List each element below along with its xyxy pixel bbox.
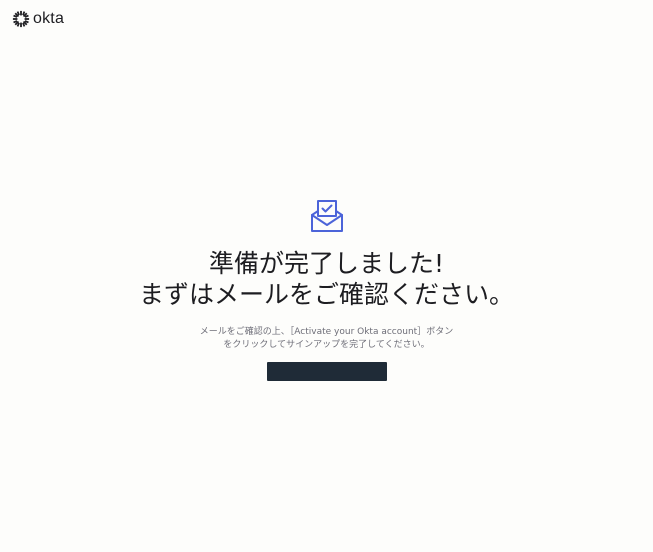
brand-name: okta bbox=[33, 10, 65, 27]
confirmation-panel: 準備が完了しました! まずはメールをご確認ください。 メールをご確認の上、［Ac… bbox=[0, 198, 653, 381]
instruction-text: メールをご確認の上、［Activate your Okta account］ボタ… bbox=[0, 326, 653, 352]
heading-line-2: まずはメールをご確認ください。 bbox=[138, 280, 514, 309]
heading-line-1: 準備が完了しました! bbox=[208, 249, 445, 278]
envelope-check-icon bbox=[310, 200, 343, 232]
primary-action-button[interactable] bbox=[266, 362, 387, 381]
instruction-line-1: メールをご確認の上、［Activate your Okta account］ボタ… bbox=[199, 327, 454, 337]
okta-logo: okta bbox=[12, 9, 64, 29]
page-heading: 準備が完了しました! まずはメールをご確認ください。 bbox=[0, 248, 653, 310]
instruction-line-2: をクリックしてサインアップを完了してください。 bbox=[223, 340, 430, 350]
okta-sunburst-icon bbox=[12, 10, 30, 28]
